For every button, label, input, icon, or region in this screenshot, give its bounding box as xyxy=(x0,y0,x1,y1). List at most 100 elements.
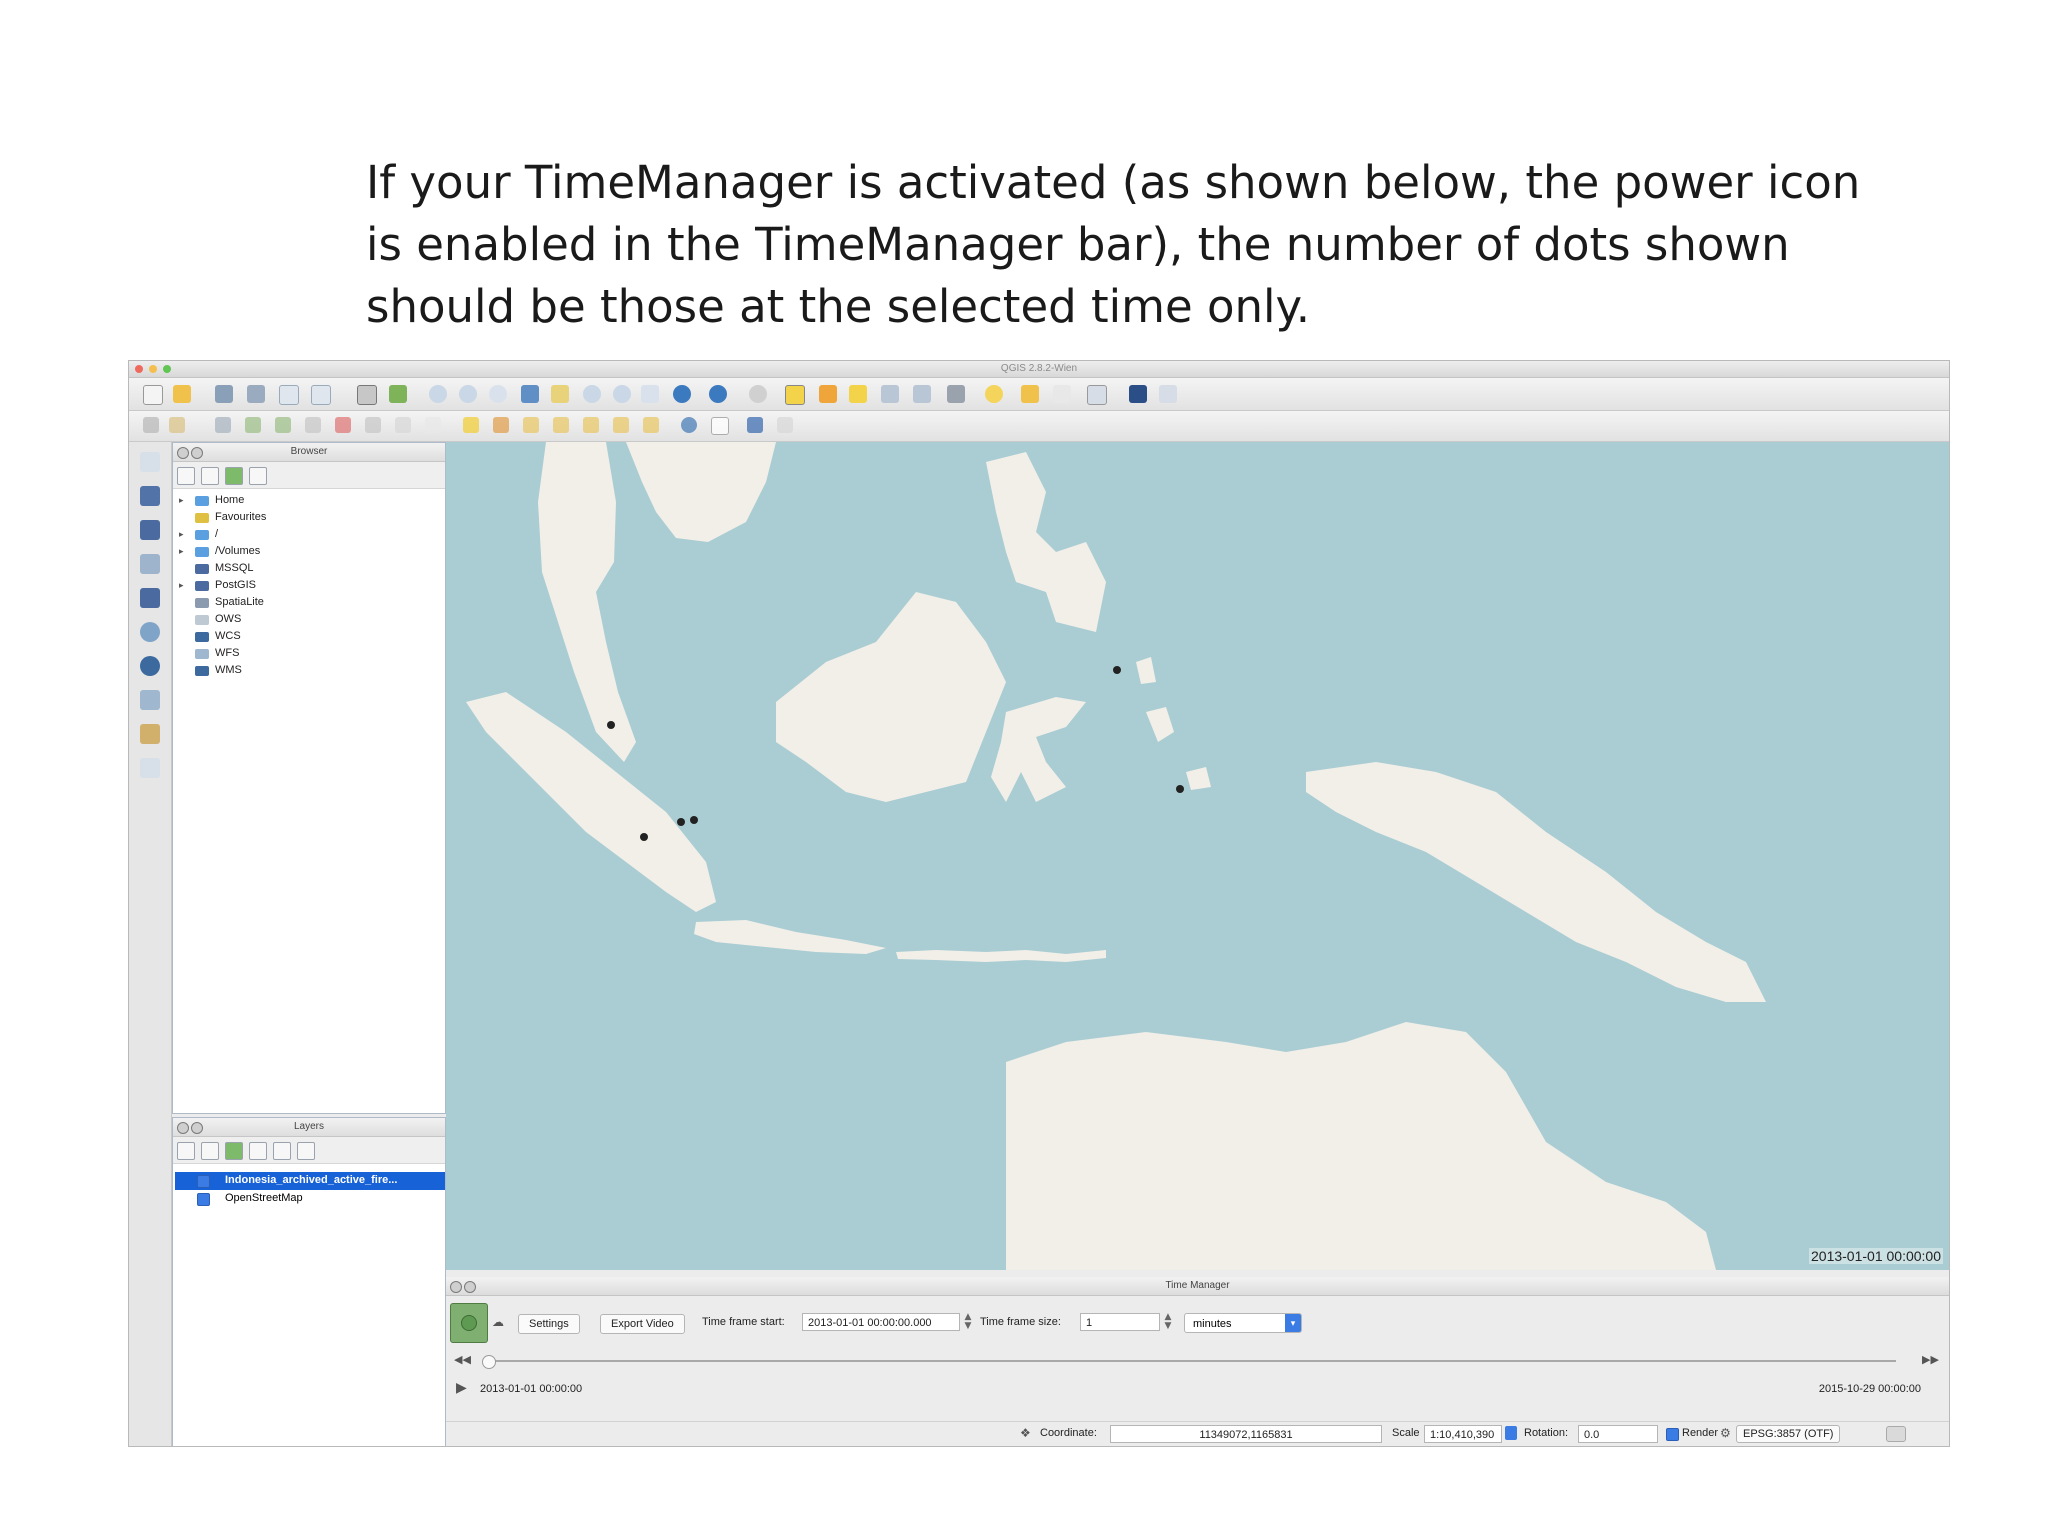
timemanager-toggle-icon[interactable] xyxy=(711,417,729,435)
add-vector-layer-icon[interactable] xyxy=(140,452,160,472)
time-frame-start-field[interactable]: 2013-01-01 00:00:00.000 xyxy=(802,1313,960,1331)
zoom-in-icon[interactable] xyxy=(429,385,447,403)
edit-pencil-icon[interactable] xyxy=(143,417,159,433)
map-canvas[interactable]: 2013-01-01 00:00:00 xyxy=(446,442,1949,1270)
change-label-icon[interactable] xyxy=(643,417,659,433)
layer-visibility-checkbox[interactable] xyxy=(197,1193,210,1206)
rotate-label-icon[interactable] xyxy=(613,417,629,433)
label-icon[interactable] xyxy=(463,417,479,433)
add-postgis-layer-icon[interactable] xyxy=(140,520,160,540)
time-slider-track[interactable] xyxy=(486,1360,1896,1362)
select-by-expression-icon[interactable] xyxy=(819,385,837,403)
settings-button[interactable]: Settings xyxy=(518,1314,580,1334)
refresh-browser-icon[interactable] xyxy=(177,467,195,485)
refresh-icon[interactable] xyxy=(673,385,691,403)
add-selected-layers-icon[interactable] xyxy=(201,467,219,485)
expand-arrow-icon[interactable]: ▸ xyxy=(179,529,184,540)
openlayers-icon[interactable] xyxy=(681,417,697,433)
coordinate-toggle-icon[interactable]: ❖ xyxy=(1020,1426,1031,1440)
paste-features-icon[interactable] xyxy=(425,417,441,433)
messages-icon[interactable] xyxy=(1886,1426,1906,1442)
open-project-icon[interactable] xyxy=(173,385,191,403)
collapse-all-icon[interactable] xyxy=(273,1142,291,1160)
add-feature-icon[interactable] xyxy=(245,417,261,433)
node-tool-icon[interactable] xyxy=(305,417,321,433)
crs-button[interactable]: EPSG:3857 (OTF) xyxy=(1736,1425,1841,1443)
delete-selected-icon[interactable] xyxy=(335,417,351,433)
pin-labels-icon[interactable] xyxy=(523,417,539,433)
new-shapefile-icon[interactable] xyxy=(140,758,160,778)
add-raster-layer-icon[interactable] xyxy=(140,486,160,506)
save-as-icon[interactable] xyxy=(247,385,265,403)
add-mssql-layer-icon[interactable] xyxy=(140,588,160,608)
plugin-icon[interactable] xyxy=(777,417,793,433)
cut-features-icon[interactable] xyxy=(365,417,381,433)
export-video-button[interactable]: Export Video xyxy=(600,1314,685,1334)
rotation-field[interactable]: 0.0 xyxy=(1578,1425,1658,1443)
time-frame-start-stepper[interactable]: ▲ ▼ xyxy=(962,1313,974,1331)
coordinate-field[interactable]: 11349072,1165831 xyxy=(1110,1425,1382,1443)
filter-browser-icon[interactable] xyxy=(225,467,243,485)
pan-to-selection-icon[interactable] xyxy=(389,385,407,403)
map-tips-icon[interactable] xyxy=(985,385,1003,403)
power-toggle-button[interactable] xyxy=(450,1303,488,1343)
save-project-icon[interactable] xyxy=(215,385,233,403)
layer-row[interactable]: Indonesia_archived_active_fire... xyxy=(175,1172,445,1190)
copy-features-icon[interactable] xyxy=(395,417,411,433)
measure-icon[interactable] xyxy=(947,385,965,403)
bookmark-icon[interactable] xyxy=(1021,385,1039,403)
add-spatialite-layer-icon[interactable] xyxy=(140,554,160,574)
show-hide-labels-icon[interactable] xyxy=(553,417,569,433)
save-edits-icon[interactable] xyxy=(215,417,231,433)
render-checkbox[interactable] xyxy=(1666,1428,1679,1441)
zoom-next-icon[interactable] xyxy=(641,385,659,403)
move-label-icon[interactable] xyxy=(583,417,599,433)
time-unit-select[interactable]: minutes ▾ xyxy=(1184,1313,1302,1333)
python-console-icon[interactable] xyxy=(747,417,763,433)
scale-dropdown-icon[interactable] xyxy=(1505,1426,1517,1440)
collapse-all-icon[interactable] xyxy=(249,467,267,485)
text-annotation-icon[interactable] xyxy=(1087,385,1107,405)
whats-this-icon[interactable] xyxy=(1159,385,1177,403)
add-wfs-layer-icon[interactable] xyxy=(140,690,160,710)
attribute-table-icon[interactable] xyxy=(881,385,899,403)
label-highlight-icon[interactable] xyxy=(493,417,509,433)
expand-all-icon[interactable] xyxy=(249,1142,267,1160)
step-back-icon[interactable]: ◀◀ xyxy=(454,1353,471,1366)
play-icon[interactable]: ▶ xyxy=(456,1380,467,1396)
zoom-full-icon[interactable] xyxy=(521,385,539,403)
pan-icon[interactable] xyxy=(357,385,377,405)
zoom-to-selection-icon[interactable] xyxy=(551,385,569,403)
help-book-icon[interactable] xyxy=(1129,385,1147,403)
time-frame-size-stepper[interactable]: ▲ ▼ xyxy=(1162,1313,1174,1331)
add-delimited-text-icon[interactable] xyxy=(140,724,160,744)
remove-layer-icon[interactable] xyxy=(297,1142,315,1160)
action-icon[interactable] xyxy=(749,385,767,403)
timemanager-settings-icon[interactable]: ☁ xyxy=(492,1315,504,1329)
add-wms-layer-icon[interactable] xyxy=(140,622,160,642)
new-bookmark-icon[interactable] xyxy=(1053,385,1071,403)
scale-field[interactable]: 1:10,410,390 xyxy=(1424,1425,1502,1443)
add-wcs-layer-icon[interactable] xyxy=(140,656,160,676)
layer-style-icon[interactable] xyxy=(177,1142,195,1160)
expand-arrow-icon[interactable]: ▸ xyxy=(179,546,184,557)
add-group-icon[interactable] xyxy=(201,1142,219,1160)
composer-manager-icon[interactable] xyxy=(311,385,331,405)
toggle-editing-icon[interactable] xyxy=(169,417,185,433)
time-slider-handle[interactable] xyxy=(482,1355,496,1369)
time-frame-size-field[interactable]: 1 xyxy=(1080,1313,1160,1331)
print-composer-icon[interactable] xyxy=(279,385,299,405)
field-calculator-icon[interactable] xyxy=(849,385,867,403)
filter-legend-icon[interactable] xyxy=(225,1142,243,1160)
statistics-icon[interactable] xyxy=(913,385,931,403)
layer-row[interactable]: OpenStreetMap xyxy=(175,1190,445,1208)
expand-arrow-icon[interactable]: ▸ xyxy=(179,580,184,591)
select-features-icon[interactable] xyxy=(785,385,805,405)
identify-icon[interactable] xyxy=(709,385,727,403)
move-feature-icon[interactable] xyxy=(275,417,291,433)
layer-visibility-checkbox[interactable] xyxy=(197,1175,210,1188)
zoom-last-icon[interactable] xyxy=(613,385,631,403)
zoom-native-icon[interactable] xyxy=(489,385,507,403)
step-forward-icon[interactable]: ▶▶ xyxy=(1922,1353,1939,1366)
expand-arrow-icon[interactable]: ▸ xyxy=(179,495,184,506)
